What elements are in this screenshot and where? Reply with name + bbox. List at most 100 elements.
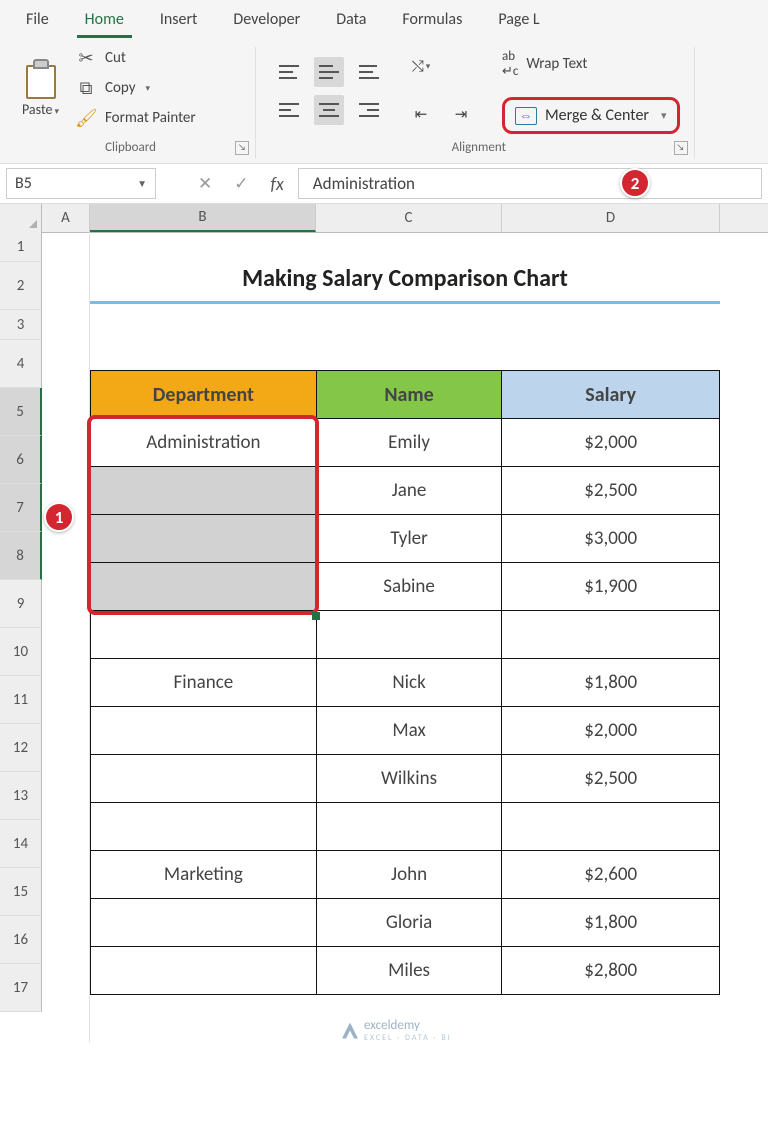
format-painter-button[interactable]: 🖌 Format Painter [75, 107, 196, 129]
cell-salary[interactable]: $2,000 [502, 419, 720, 467]
table-row[interactable]: Gloria$1,800 [91, 899, 720, 947]
table-row[interactable]: MarketingJohn$2,600 [91, 851, 720, 899]
tab-home[interactable]: Home [67, 4, 142, 37]
table-row[interactable]: Max$2,000 [91, 707, 720, 755]
table-row[interactable] [91, 611, 720, 659]
cell-name[interactable]: Jane [316, 467, 502, 515]
cell-dept[interactable]: Marketing [91, 851, 317, 899]
dialog-launcher-icon[interactable]: ↘ [235, 141, 249, 155]
select-all-corner[interactable] [0, 204, 42, 232]
row-header-9[interactable]: 9 [0, 580, 42, 628]
col-header-C[interactable]: C [316, 204, 502, 232]
dialog-launcher-icon[interactable]: ↘ [674, 141, 688, 155]
decrease-indent-button[interactable]: ⇤ [406, 100, 436, 130]
orientation-button[interactable]: ⤭▾ [406, 52, 436, 82]
row-header-1[interactable]: 1 [0, 232, 42, 262]
cell-salary[interactable] [502, 803, 720, 851]
tab-data[interactable]: Data [318, 4, 384, 37]
row-header-13[interactable]: 13 [0, 772, 42, 820]
table-row[interactable]: Jane$2,500 [91, 467, 720, 515]
cell-name[interactable]: Emily [316, 419, 502, 467]
cell-dept[interactable] [91, 611, 317, 659]
cell-name[interactable]: Wilkins [316, 755, 502, 803]
copy-button[interactable]: ⧉ Copy▾ [75, 77, 196, 99]
tab-developer[interactable]: Developer [215, 4, 318, 37]
cell-salary[interactable]: $1,800 [502, 659, 720, 707]
row-header-17[interactable]: 17 [0, 964, 42, 1012]
cell-salary[interactable]: $2,000 [502, 707, 720, 755]
cell-name[interactable] [316, 611, 502, 659]
merge-center-button[interactable]: ⇔ Merge & Center ▾ [502, 97, 680, 134]
insert-function-icon[interactable]: fx [271, 173, 284, 195]
align-top-button[interactable] [274, 57, 304, 87]
row-header-4[interactable]: 4 [0, 340, 42, 388]
cancel-formula-icon[interactable]: ✕ [198, 173, 212, 194]
cell-dept[interactable] [91, 467, 317, 515]
cell-dept[interactable] [91, 899, 317, 947]
cell-dept[interactable]: Finance [91, 659, 317, 707]
col-header-B[interactable]: B [90, 204, 316, 232]
header-salary[interactable]: Salary [502, 371, 720, 419]
align-center-button[interactable] [314, 95, 344, 125]
col-A-empty[interactable] [42, 232, 90, 1042]
row-header-15[interactable]: 15 [0, 868, 42, 916]
cell-name[interactable] [316, 803, 502, 851]
row-header-12[interactable]: 12 [0, 724, 42, 772]
cell-dept[interactable] [91, 803, 317, 851]
align-bottom-button[interactable] [354, 57, 384, 87]
cell-name[interactable]: John [316, 851, 502, 899]
cell-salary[interactable]: $1,800 [502, 899, 720, 947]
table-row[interactable]: Tyler$3,000 [91, 515, 720, 563]
cell-salary[interactable]: $1,900 [502, 563, 720, 611]
header-name[interactable]: Name [316, 371, 502, 419]
cell-dept[interactable] [91, 947, 317, 995]
cell-dept[interactable]: Administration [91, 419, 317, 467]
cell-salary[interactable]: $3,000 [502, 515, 720, 563]
col-header-A[interactable]: A [42, 204, 90, 232]
row-header-2[interactable]: 2 [0, 262, 42, 310]
cell-dept[interactable] [91, 755, 317, 803]
cell-dept[interactable] [91, 563, 317, 611]
tab-formulas[interactable]: Formulas [384, 4, 480, 37]
row-header-11[interactable]: 11 [0, 676, 42, 724]
fill-handle[interactable] [312, 612, 320, 620]
cell-name[interactable]: Max [316, 707, 502, 755]
align-middle-button[interactable] [314, 57, 344, 87]
cell-name[interactable]: Nick [316, 659, 502, 707]
table-row[interactable]: Sabine$1,900 [91, 563, 720, 611]
cell-salary[interactable]: $2,800 [502, 947, 720, 995]
table-row[interactable]: FinanceNick$1,800 [91, 659, 720, 707]
col-header-D[interactable]: D [502, 204, 720, 232]
tab-page-l[interactable]: Page L [480, 4, 557, 37]
align-left-button[interactable] [274, 95, 304, 125]
cell-name[interactable]: Gloria [316, 899, 502, 947]
cell-name[interactable]: Tyler [316, 515, 502, 563]
tab-file[interactable]: File [8, 4, 67, 37]
cell-salary[interactable]: $2,500 [502, 467, 720, 515]
row-header-6[interactable]: 6 [0, 436, 42, 484]
row-header-7[interactable]: 7 [0, 484, 42, 532]
cell-dept[interactable] [91, 515, 317, 563]
wrap-text-button[interactable]: ab↵c Wrap Text [502, 49, 680, 79]
paste-button[interactable]: Paste▾ [16, 57, 65, 120]
accept-formula-icon[interactable]: ✓ [234, 173, 248, 194]
align-right-button[interactable] [354, 95, 384, 125]
cell-name[interactable]: Sabine [316, 563, 502, 611]
cut-button[interactable]: ✂ Cut [75, 47, 196, 69]
cell-salary[interactable]: $2,600 [502, 851, 720, 899]
name-box[interactable]: B5▼ [6, 168, 156, 199]
table-row[interactable]: Miles$2,800 [91, 947, 720, 995]
cell-salary[interactable]: $2,500 [502, 755, 720, 803]
table-row[interactable]: AdministrationEmily$2,000 [91, 419, 720, 467]
formula-bar[interactable]: Administration [298, 168, 762, 199]
row-header-5[interactable]: 5 [0, 388, 42, 436]
cell-dept[interactable] [91, 707, 317, 755]
header-department[interactable]: Department [91, 371, 317, 419]
row-header-10[interactable]: 10 [0, 628, 42, 676]
increase-indent-button[interactable]: ⇥ [446, 100, 476, 130]
table-row[interactable]: Wilkins$2,500 [91, 755, 720, 803]
row-header-16[interactable]: 16 [0, 916, 42, 964]
tab-insert[interactable]: Insert [142, 4, 216, 37]
table-row[interactable] [91, 803, 720, 851]
cell-salary[interactable] [502, 611, 720, 659]
